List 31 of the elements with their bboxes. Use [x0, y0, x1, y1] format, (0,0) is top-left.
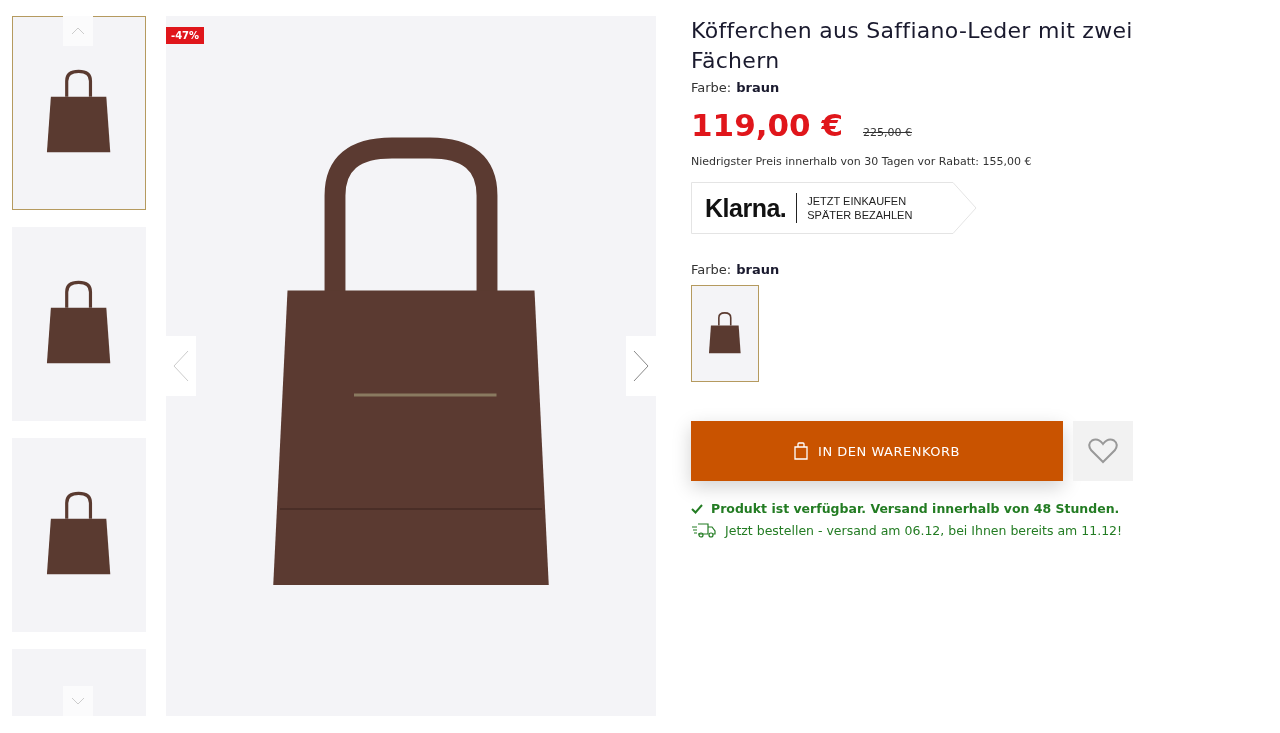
lowest-price-note: Niedrigster Preis innerhalb von 30 Tagen vor Rabatt: 155,00 €	[691, 155, 1033, 168]
chevron-right-icon	[633, 350, 649, 382]
previous-image-button[interactable]	[166, 336, 196, 396]
chevron-up-icon	[71, 27, 85, 35]
klarna-text: JETZT EINKAUFEN	[807, 194, 908, 208]
sale-price: 119,00 €	[691, 107, 843, 143]
color-value: braun	[736, 262, 780, 277]
chevron-left-icon	[173, 350, 189, 382]
color-swatch[interactable]	[691, 285, 759, 382]
shipping-text: Jetzt bestellen - versand am 06.12, bei Ihnen bereits am 11.12!	[725, 522, 1123, 538]
discount-badge: -47%	[166, 27, 205, 44]
old-price: 225,00 €	[863, 126, 912, 139]
product-thumbnail[interactable]	[12, 227, 146, 421]
heart-icon	[1088, 438, 1118, 464]
color-label: Farbe:	[691, 262, 732, 277]
wishlist-button[interactable]	[1073, 421, 1133, 481]
next-image-button[interactable]	[626, 336, 656, 396]
klarna-logo: Klarna.	[705, 193, 787, 223]
color-label: Farbe:	[691, 80, 732, 95]
chevron-down-icon	[71, 697, 85, 705]
color-value: braun	[736, 80, 780, 95]
add-to-cart-button[interactable]: IN DEN WARENKORB	[691, 421, 1063, 481]
klarna-banner[interactable]: Klarna. JETZT EINKAUFEN SPÄTER BEZAHLEN	[691, 182, 977, 234]
availability-text: Produkt ist verfügbar. Versand innerhalb von 48 Stunden.	[711, 501, 1120, 516]
product-thumbnail[interactable]	[12, 438, 146, 632]
shopping-bag-icon	[794, 442, 809, 460]
delivery-truck-icon	[691, 522, 717, 538]
product-title: Köfferchen aus Saffiano-Leder mit zwei Fächern	[691, 17, 1134, 75]
checkmark-icon	[691, 503, 703, 514]
klarna-text: SPÄTER BEZAHLEN	[807, 208, 913, 222]
product-thumbnail[interactable]	[12, 16, 146, 210]
